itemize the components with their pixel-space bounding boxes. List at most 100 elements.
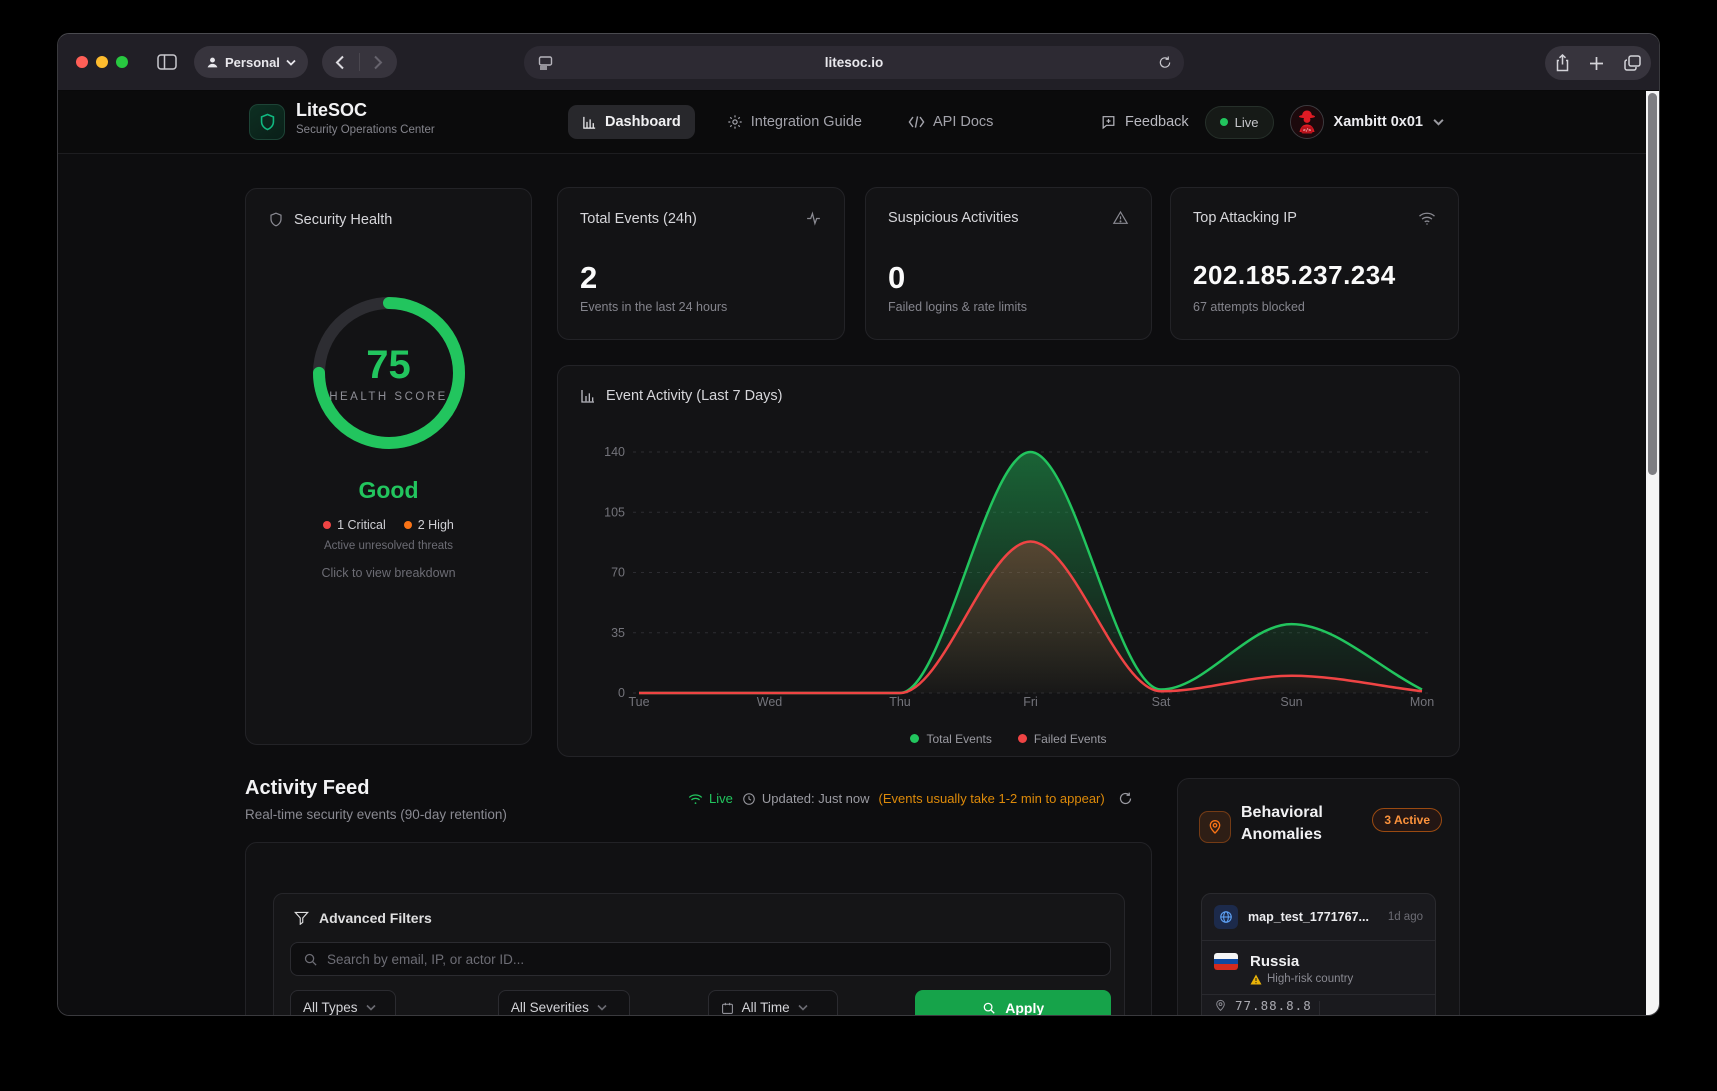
minimize-window-button[interactable] — [96, 56, 108, 68]
reload-icon[interactable] — [1158, 55, 1172, 70]
user-menu[interactable]: </> Xambitt 0x01 — [1290, 105, 1444, 139]
feedback-button[interactable]: Feedback — [1100, 114, 1189, 130]
tab-overview-icon[interactable] — [1624, 55, 1641, 71]
avatar: </> — [1290, 105, 1324, 139]
stat-value: 0 — [888, 260, 906, 296]
svg-text:Wed: Wed — [757, 695, 783, 709]
stat-subtitle: 67 attempts blocked — [1193, 300, 1305, 314]
chevron-down-icon — [1433, 118, 1444, 126]
page-scrollbar-thumb[interactable] — [1648, 93, 1657, 475]
tab-integration-guide[interactable]: Integration Guide — [713, 105, 876, 139]
litesoc-page: LiteSOC Security Operations Center Dashb… — [58, 91, 1659, 1016]
user-name: Xambitt 0x01 — [1334, 114, 1423, 130]
card-title: Security Health — [294, 212, 392, 228]
new-tab-icon[interactable] — [1589, 56, 1604, 71]
svg-text:Tue: Tue — [628, 695, 649, 709]
filters-title-row: Advanced Filters — [294, 910, 432, 926]
bar-chart-icon — [582, 115, 597, 130]
anomaly-event-time: 1d ago — [1388, 911, 1423, 923]
feedback-icon — [1100, 114, 1117, 130]
apply-button[interactable]: Apply — [915, 990, 1111, 1016]
chevron-down-icon — [366, 1004, 376, 1011]
profile-label: Personal — [225, 55, 280, 70]
svg-text:0: 0 — [618, 686, 625, 700]
app-subtitle: Security Operations Center — [296, 124, 435, 136]
feed-hint: (Events usually take 1-2 min to appear) — [879, 791, 1105, 806]
anomaly-event-card[interactable]: map_test_1771767... 1d ago Russia — [1201, 893, 1436, 1016]
time-filter-value: All Time — [742, 1000, 790, 1015]
critical-count: 1 Critical — [323, 518, 386, 532]
back-button[interactable] — [322, 46, 359, 78]
severity-filter-dropdown[interactable]: All Severities — [498, 990, 630, 1016]
calendar-icon — [721, 1001, 734, 1015]
activity-feed-title: Activity Feed — [245, 777, 369, 800]
risk-label: High-risk country — [1250, 973, 1353, 985]
feed-status-row: Live Updated: Just now (Events usually t… — [688, 791, 1133, 806]
event-activity-chart: 14010570350TueWedThuFriSatSunMon — [558, 366, 1459, 756]
time-filter-dropdown[interactable]: All Time — [708, 990, 839, 1016]
shield-icon — [268, 211, 284, 228]
card-title: Total Events (24h) — [580, 211, 697, 227]
tab-label: Integration Guide — [751, 114, 862, 130]
tab-label: Dashboard — [605, 114, 681, 130]
security-health-card[interactable]: Security Health 75 HEALTH SCORE Good — [245, 188, 532, 745]
severity-filter-value: All Severities — [511, 1000, 589, 1015]
svg-text:Sat: Sat — [1152, 695, 1171, 709]
browser-window: Personal liteso — [57, 33, 1660, 1016]
tab-api-docs[interactable]: API Docs — [894, 105, 1007, 139]
screenshot-stage: Personal liteso — [0, 0, 1717, 1091]
warning-icon — [1250, 974, 1262, 985]
active-count-badge: 3 Active — [1372, 808, 1442, 832]
shield-icon — [258, 112, 277, 132]
health-score-caption: HEALTH SCORE — [301, 391, 477, 403]
app-logo — [249, 104, 285, 140]
threats-note: Active unresolved threats — [246, 540, 531, 552]
profile-switcher[interactable]: Personal — [194, 46, 308, 78]
refresh-icon[interactable] — [1118, 791, 1133, 806]
anomaly-event-footer — [1202, 994, 1435, 1016]
search-icon — [982, 1001, 996, 1015]
live-dot — [1220, 118, 1228, 126]
high-dot — [404, 521, 412, 529]
health-status: Good — [246, 477, 531, 504]
address-bar[interactable]: litesoc.io — [524, 46, 1184, 79]
filter-icon — [294, 911, 309, 925]
code-icon — [908, 115, 925, 129]
sidebar-icon — [157, 54, 177, 70]
breakdown-hint[interactable]: Click to view breakdown — [246, 566, 531, 580]
svg-text:70: 70 — [611, 566, 625, 580]
critical-dot — [323, 521, 331, 529]
tab-dashboard[interactable]: Dashboard — [568, 105, 695, 139]
search-input[interactable] — [327, 952, 1064, 967]
stat-subtitle: Failed logins & rate limits — [888, 300, 1027, 314]
svg-text:</>: </> — [1302, 128, 1311, 134]
zoom-window-button[interactable] — [116, 56, 128, 68]
header-right: Feedback Live — [1100, 103, 1444, 141]
app-name: LiteSOC — [296, 100, 367, 121]
page-scrollbar-track[interactable] — [1646, 91, 1659, 1016]
wifi-icon — [688, 793, 703, 805]
legend-item: Total Events — [910, 732, 991, 746]
threat-summary: 1 Critical 2 High — [246, 518, 531, 532]
anomalies-title: Behavioral Anomalies — [1241, 802, 1323, 846]
card-title: Suspicious Activities — [888, 210, 1019, 226]
history-nav-group — [322, 46, 397, 78]
type-filter-value: All Types — [303, 1000, 358, 1015]
total-events-card: Total Events (24h) 2 Events in the last … — [557, 187, 845, 340]
sidebar-toggle-button[interactable] — [150, 46, 184, 78]
feed-updated: Updated: Just now — [742, 791, 870, 806]
tab-label: API Docs — [933, 114, 993, 130]
anomaly-event-id: map_test_1771767... — [1248, 910, 1378, 924]
svg-text:Thu: Thu — [889, 695, 911, 709]
svg-text:140: 140 — [604, 445, 625, 459]
chart-legend: Total EventsFailed Events — [558, 732, 1459, 746]
close-window-button[interactable] — [76, 56, 88, 68]
warning-icon — [1112, 210, 1129, 226]
russia-flag-icon — [1214, 953, 1238, 970]
forward-button[interactable] — [360, 46, 397, 78]
type-filter-dropdown[interactable]: All Types — [290, 990, 396, 1016]
person-icon — [206, 56, 219, 69]
share-icon[interactable] — [1555, 54, 1570, 72]
url-text: litesoc.io — [524, 55, 1184, 70]
behavioral-anomalies-panel: Behavioral Anomalies 3 Active map_test_1… — [1177, 778, 1460, 1016]
